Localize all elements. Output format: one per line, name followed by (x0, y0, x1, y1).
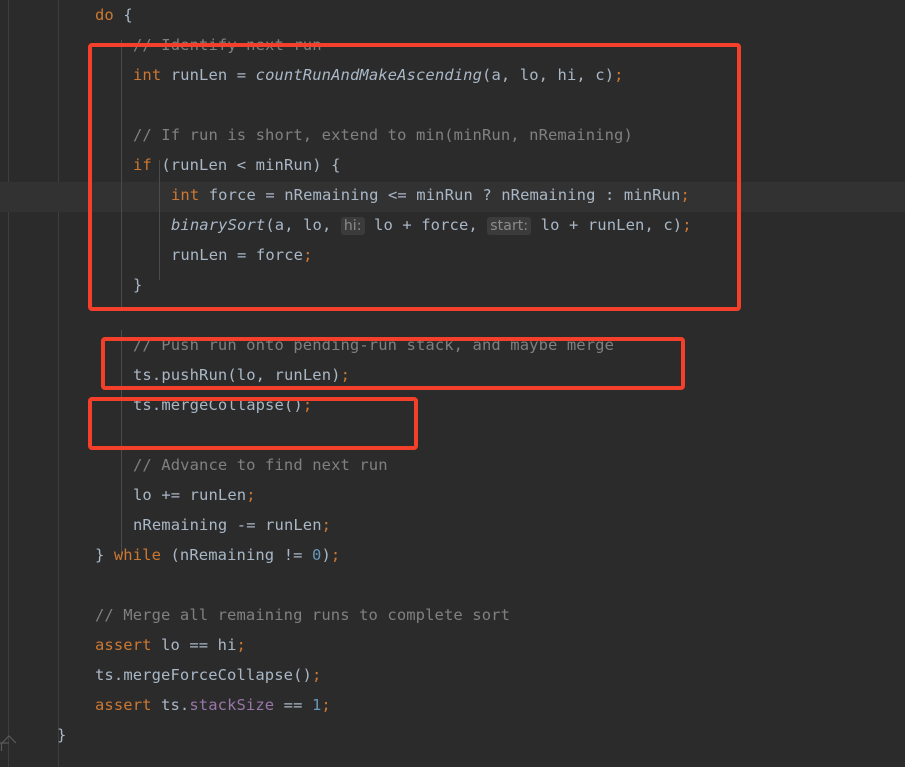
code-line: ts.pushRun(lo, runLen); (133, 366, 350, 384)
code-line: ts.mergeCollapse(); (133, 396, 313, 414)
code-text-area[interactable]: do {// Identify next run int runLen = cou… (0, 0, 905, 767)
code-line: // Advance to find next run (133, 456, 388, 474)
code-line: if (runLen < minRun) { (133, 156, 341, 174)
code-line: // Identify next run (133, 36, 322, 54)
code-line: // Merge all remaining runs to complete … (95, 606, 510, 624)
code-line: ts.mergeForceCollapse(); (95, 666, 322, 684)
code-line: } (133, 276, 143, 294)
code-line: lo += runLen; (133, 486, 256, 504)
code-line: int force = nRemaining <= minRun ? nRema… (171, 186, 690, 204)
code-line: // If run is short, extend to min(minRun… (133, 126, 633, 144)
code-line: binarySort(a, lo, hi: lo + force, start:… (171, 216, 692, 235)
code-line: do { (95, 6, 133, 24)
code-line: nRemaining -= runLen; (133, 516, 332, 534)
code-line: runLen = force; (171, 246, 313, 264)
code-editor[interactable]: do {// Identify next run int runLen = cou… (0, 0, 905, 767)
code-line: } while (nRemaining != 0); (95, 546, 341, 564)
code-line: assert ts.stackSize == 1; (95, 696, 331, 714)
code-line: // Push run onto pending-run stack, and … (133, 336, 615, 354)
code-line: } (57, 726, 67, 744)
code-line: int runLen = countRunAndMakeAscending(a,… (133, 66, 624, 84)
code-line: assert lo == hi; (95, 636, 246, 654)
